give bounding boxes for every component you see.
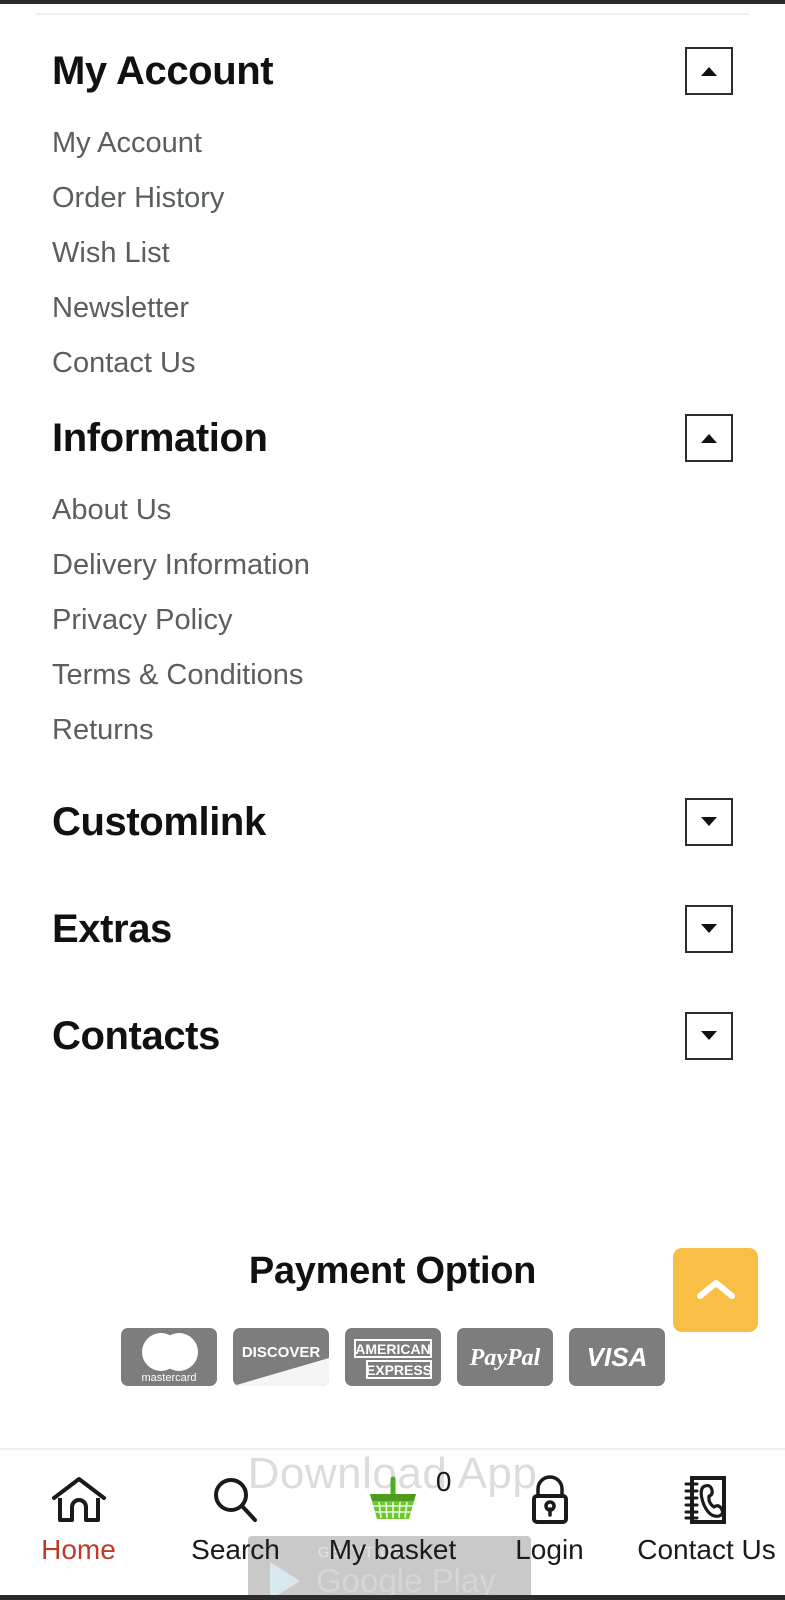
caret-down-glyph (701, 924, 717, 933)
nav-label-login: Login (515, 1534, 584, 1565)
footer-section-title: Extras (52, 906, 172, 951)
footer-section-title: Information (52, 416, 268, 460)
footer-section-customlink: Customlink (0, 768, 785, 875)
nav-label-my-basket: My basket (328, 1534, 457, 1565)
footer-section-title: My Account (52, 49, 274, 93)
footer-section-header-customlink[interactable]: Customlink (52, 768, 733, 875)
payment-option-block: Payment Option mastercard DISCOVER AMERI… (0, 1230, 785, 1386)
mastercard-icon: mastercard (120, 1328, 217, 1386)
svg-text:PayPal: PayPal (468, 1345, 540, 1371)
footer-section-information: Information About Us Delivery Informatio… (0, 401, 785, 768)
bottom-navigation-bar: Home Search 0 My basket Login Contact Us (0, 1448, 785, 1595)
browser-chrome-bottom-bar (0, 1595, 785, 1600)
footer-section-header-information[interactable]: Information (52, 401, 733, 475)
nav-item-login[interactable]: Login (471, 1450, 628, 1564)
nav-item-home[interactable]: Home (0, 1450, 157, 1564)
footer-link[interactable]: Terms & Conditions (52, 648, 733, 703)
footer-link[interactable]: Delivery Information (52, 538, 733, 593)
caret-up-icon[interactable] (685, 47, 733, 95)
footer-section-links-information: About Us Delivery Information Privacy Po… (52, 475, 733, 768)
payment-option-title: Payment Option (248, 1250, 537, 1292)
search-icon (207, 1472, 265, 1528)
footer-link[interactable]: My Account (52, 116, 733, 171)
nav-item-contact-us[interactable]: Contact Us (628, 1450, 785, 1564)
svg-text:VISA: VISA (586, 1342, 647, 1372)
footer-section-header-my-account[interactable]: My Account (52, 34, 733, 108)
basket-icon: 0 (364, 1468, 452, 1528)
caret-up-glyph (701, 66, 717, 76)
caret-up-glyph (701, 433, 717, 443)
scroll-to-top-button[interactable] (673, 1248, 758, 1332)
nav-item-search[interactable]: Search (157, 1450, 314, 1564)
footer-link[interactable]: Newsletter (52, 281, 733, 336)
caret-down-glyph (701, 817, 717, 826)
footer-link[interactable]: Order History (52, 171, 733, 226)
payment-card-list: mastercard DISCOVER AMERICAN EXPRESS Pay… (0, 1328, 785, 1386)
footer-section-title: Contacts (52, 1013, 220, 1058)
caret-down-icon[interactable] (685, 1011, 733, 1060)
footer-page: My Account My Account Order History Wish… (0, 4, 785, 1600)
footer-link[interactable]: Contact Us (52, 336, 733, 391)
nav-label-search: Search (191, 1534, 280, 1565)
top-divider (36, 13, 749, 15)
browser-chrome-top-bar (0, 0, 785, 4)
svg-text:EXPRESS: EXPRESS (365, 1362, 431, 1378)
footer-section-contacts: Contacts (0, 982, 785, 1089)
chevron-up-icon (696, 1280, 735, 1299)
paypal-icon: PayPal (456, 1328, 553, 1386)
discover-icon: DISCOVER (232, 1328, 329, 1386)
nav-item-my-basket[interactable]: 0 My basket (314, 1450, 471, 1564)
caret-down-glyph (701, 1031, 717, 1040)
basket-count-badge: 0 (435, 1466, 452, 1497)
svg-text:DISCOVER: DISCOVER (241, 1344, 320, 1361)
nav-label-contact-us: Contact Us (637, 1534, 776, 1565)
svg-text:AMERICAN: AMERICAN (355, 1341, 430, 1357)
footer-section-extras: Extras (0, 875, 785, 982)
lock-icon (521, 1472, 579, 1528)
american-express-icon: AMERICAN EXPRESS (344, 1328, 441, 1386)
svg-text:mastercard: mastercard (141, 1372, 196, 1384)
footer-section-header-contacts[interactable]: Contacts (52, 982, 733, 1089)
footer-link[interactable]: Privacy Policy (52, 593, 733, 648)
nav-label-home: Home (41, 1534, 116, 1565)
footer-section-title: Customlink (52, 799, 266, 844)
footer-accordion: My Account My Account Order History Wish… (0, 34, 785, 1089)
phonebook-icon (678, 1472, 736, 1528)
visa-icon: VISA (568, 1328, 665, 1386)
footer-section-my-account: My Account My Account Order History Wish… (0, 34, 785, 401)
footer-link[interactable]: About Us (52, 483, 733, 538)
footer-section-header-extras[interactable]: Extras (52, 875, 733, 982)
footer-link[interactable]: Returns (52, 703, 733, 758)
home-icon (50, 1472, 108, 1528)
caret-up-icon[interactable] (685, 414, 733, 462)
caret-down-icon[interactable] (685, 904, 733, 953)
footer-link[interactable]: Wish List (52, 226, 733, 281)
footer-section-links-my-account: My Account Order History Wish List Newsl… (52, 108, 733, 401)
caret-down-icon[interactable] (685, 797, 733, 846)
